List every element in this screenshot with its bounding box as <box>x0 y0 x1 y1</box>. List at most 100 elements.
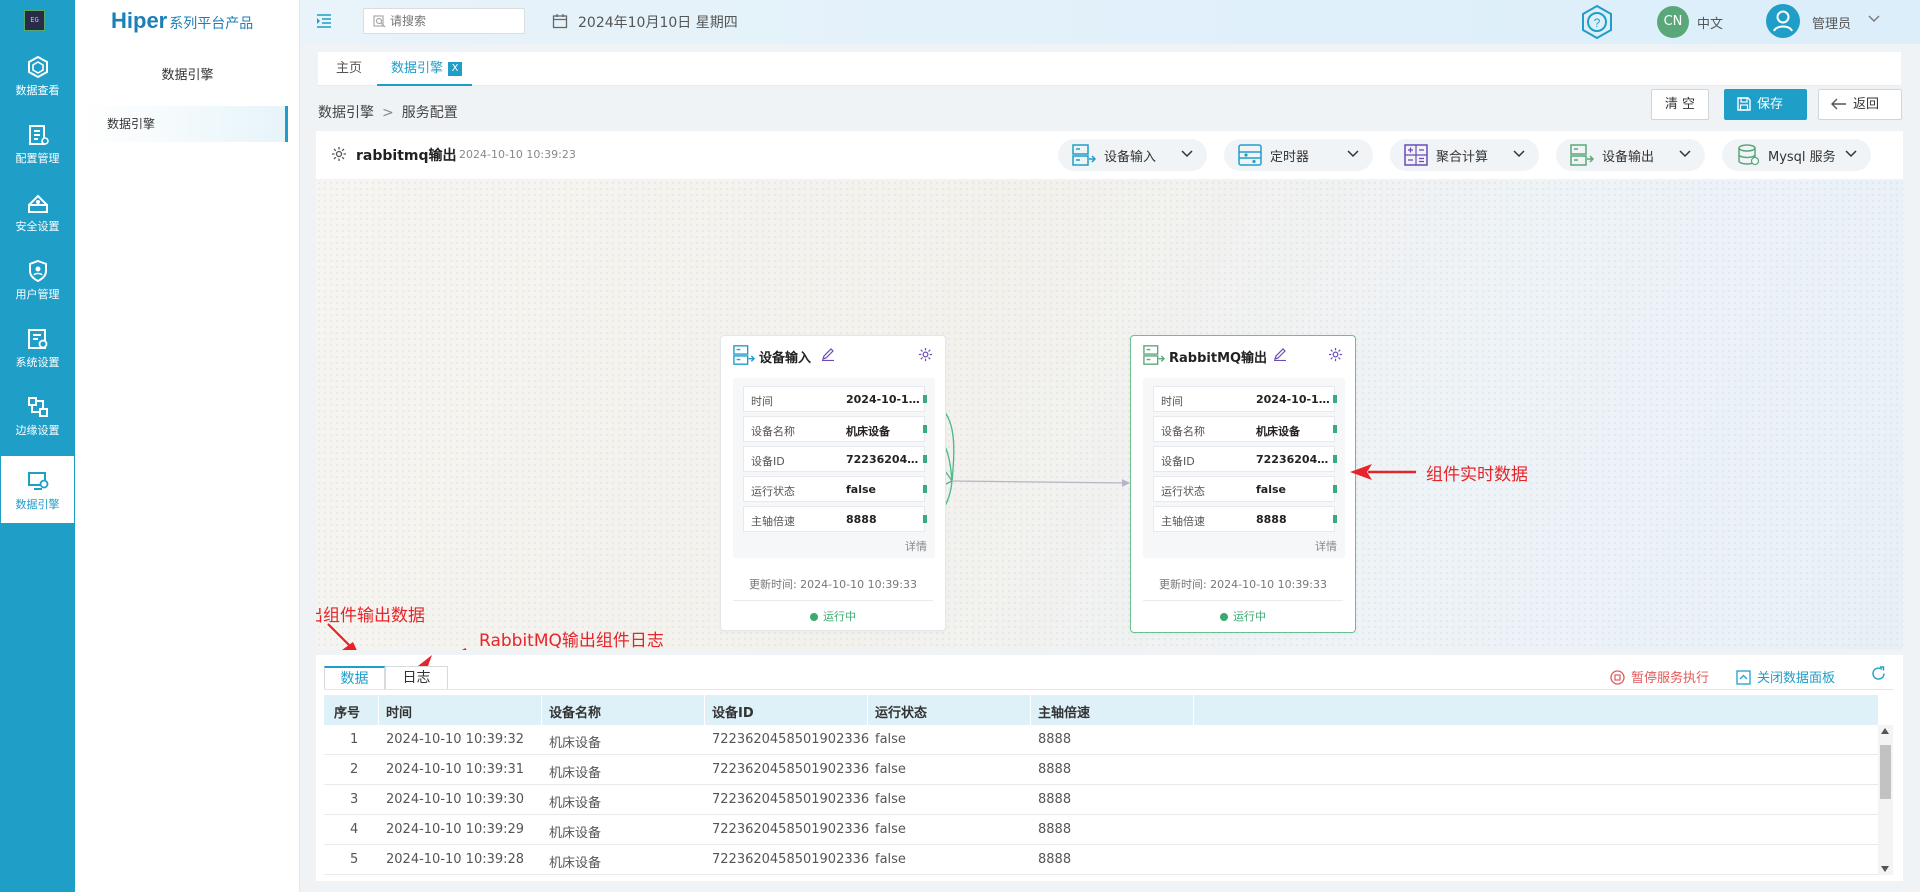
flow-node-device-input[interactable]: 设备输入 时间 2024-10-10... 设备名称 机床设备 设备ID 722362… <box>720 335 946 631</box>
tab-data-engine[interactable]: 数据引擎 X <box>377 52 473 86</box>
user-name[interactable]: 管理员 <box>1812 13 1851 32</box>
flow-canvas[interactable]: 设备输入 时间 2024-10-10... 设备名称 机床设备 设备ID 722362… <box>316 180 1903 650</box>
field-row: 设备ID 72236204585... <box>1153 446 1337 472</box>
column-divider[interactable] <box>541 695 542 725</box>
tab-close-icon[interactable]: X <box>448 61 463 76</box>
sidebar-item-data-engine[interactable]: 数据引擎 <box>1 456 74 523</box>
output-port[interactable] <box>1333 515 1337 523</box>
scroll-down-icon[interactable] <box>1881 866 1889 872</box>
table-cell: false <box>875 792 906 807</box>
language-badge[interactable]: CN <box>1657 6 1689 38</box>
detail-link[interactable]: 详情 <box>1315 538 1337 554</box>
tool-device-input[interactable]: 设备输入 <box>1058 139 1207 171</box>
node-divider <box>733 600 933 601</box>
avatar[interactable] <box>1766 4 1800 38</box>
column-divider[interactable] <box>1030 695 1031 725</box>
table-row[interactable]: 2 2024-10-10 10:39:31 机床设备 7223620458501… <box>324 755 1878 785</box>
output-port[interactable] <box>1333 485 1337 493</box>
gear-icon[interactable] <box>1328 347 1343 362</box>
column-divider[interactable] <box>704 695 705 725</box>
pause-service-button[interactable]: 暂停服务执行 <box>1610 667 1709 686</box>
table-row[interactable]: 1 2024-10-10 10:39:32 机床设备 7223620458501… <box>324 725 1878 755</box>
breadcrumb-item[interactable]: 数据引擎 <box>318 105 374 121</box>
search-input[interactable] <box>390 12 518 30</box>
sidebar-item-config[interactable]: 配置管理 <box>0 110 75 177</box>
refresh-icon <box>1872 666 1885 680</box>
field-row: 时间 2024-10-10... <box>1153 386 1337 412</box>
sub-menu-panel: Hiper 系列平台产品 数据引擎 数据引擎 <box>75 0 300 892</box>
table-cell: 8888 <box>1038 732 1072 747</box>
table-row[interactable]: 3 2024-10-10 10:39:30 机床设备 7223620458501… <box>324 785 1878 815</box>
gear-icon[interactable] <box>918 347 933 362</box>
back-button[interactable]: 返回 <box>1818 89 1902 120</box>
device-output-icon <box>1570 144 1594 166</box>
refresh-button[interactable] <box>1871 666 1892 682</box>
column-divider[interactable] <box>378 695 379 725</box>
output-port[interactable] <box>1333 425 1337 433</box>
output-port[interactable] <box>923 515 927 523</box>
output-port[interactable] <box>923 455 927 463</box>
help-icon[interactable]: ? <box>1578 3 1616 41</box>
table-row[interactable]: 5 2024-10-10 10:39:28 机床设备 7223620458501… <box>324 845 1878 875</box>
tool-aggregate[interactable]: 聚合计算 <box>1390 139 1539 171</box>
node-title: RabbitMQ输出 <box>1169 351 1268 366</box>
close-panel-button[interactable]: 关闭数据面板 <box>1736 667 1835 686</box>
output-port[interactable] <box>1333 395 1337 403</box>
detail-link[interactable]: 详情 <box>905 538 927 554</box>
output-port[interactable] <box>923 485 927 493</box>
tool-timer[interactable]: 定时器 <box>1224 139 1373 171</box>
calendar-icon <box>552 14 568 29</box>
output-port[interactable] <box>923 395 927 403</box>
field-value: 8888 <box>1256 513 1287 526</box>
column-divider[interactable] <box>867 695 868 725</box>
status-text: 运行中 <box>1233 610 1266 623</box>
breadcrumb-separator: > <box>382 105 394 121</box>
edit-icon[interactable] <box>1273 347 1287 361</box>
sidebar-item-edge-settings[interactable]: 边缘设置 <box>0 382 75 449</box>
field-row: 设备名称 机床设备 <box>1153 416 1337 442</box>
gear-icon[interactable] <box>331 146 347 162</box>
sidebar-item-security[interactable]: 安全设置 <box>0 178 75 245</box>
flow-node-rabbitmq-output[interactable]: RabbitMQ输出 时间 2024-10-10... 设备名称 机床设备 设备ID… <box>1130 335 1356 633</box>
save-button[interactable]: 保存 <box>1724 89 1807 120</box>
scroll-thumb[interactable] <box>1880 745 1891 799</box>
field-value: 2024-10-10... <box>846 393 921 406</box>
menu-fold-icon[interactable] <box>316 14 332 28</box>
tool-device-output[interactable]: 设备输出 <box>1556 139 1705 171</box>
output-port[interactable] <box>1333 455 1337 463</box>
table-cell: 2024-10-10 10:39:32 <box>386 732 525 747</box>
chevron-down-icon[interactable] <box>1868 15 1880 23</box>
field-row: 运行状态 false <box>1153 476 1337 502</box>
edit-icon[interactable] <box>821 347 835 361</box>
sidebar-item-system-settings[interactable]: 系统设置 <box>0 314 75 381</box>
field-value: 机床设备 <box>1256 425 1300 438</box>
chevron-down-icon <box>1181 150 1193 158</box>
field-row: 主轴倍速 8888 <box>743 506 927 532</box>
tab-data[interactable]: 数据 <box>324 666 385 690</box>
status-badge: 运行中 <box>1131 608 1355 624</box>
back-label: 返回 <box>1853 97 1880 112</box>
table-cell: 8888 <box>1038 792 1072 807</box>
sidebar-item-data-view[interactable]: 数据查看 <box>0 42 75 109</box>
tab-home[interactable]: 主页 <box>336 52 362 86</box>
table-cell: 2024-10-10 10:39:30 <box>386 792 525 807</box>
chevron-down-icon <box>1679 150 1691 158</box>
language-label[interactable]: 中文 <box>1697 13 1723 32</box>
sidebar-item-user-manage[interactable]: 用户管理 <box>0 246 75 313</box>
table-cell: false <box>875 732 906 747</box>
tab-log[interactable]: 日志 <box>385 666 448 690</box>
submenu-item-data-engine[interactable]: 数据引擎 <box>83 106 288 142</box>
annotation-realtime-data: 组件实时数据 <box>1426 465 1528 485</box>
scroll-up-icon[interactable] <box>1881 728 1889 734</box>
table-row[interactable]: 4 2024-10-10 10:39:29 机床设备 7223620458501… <box>324 815 1878 845</box>
tool-label: 定时器 <box>1270 150 1310 165</box>
output-port[interactable] <box>923 425 927 433</box>
tool-mysql-service[interactable]: Mysql 服务 <box>1722 139 1871 171</box>
clear-button[interactable]: 清 空 <box>1651 89 1709 120</box>
table-header-cell: 设备名称 <box>549 706 602 721</box>
table-cell: 机床设备 <box>549 766 602 781</box>
table-scrollbar[interactable] <box>1878 725 1893 875</box>
status-dot <box>1220 613 1228 621</box>
chevron-down-icon <box>1845 150 1857 158</box>
column-divider[interactable] <box>1193 695 1194 725</box>
